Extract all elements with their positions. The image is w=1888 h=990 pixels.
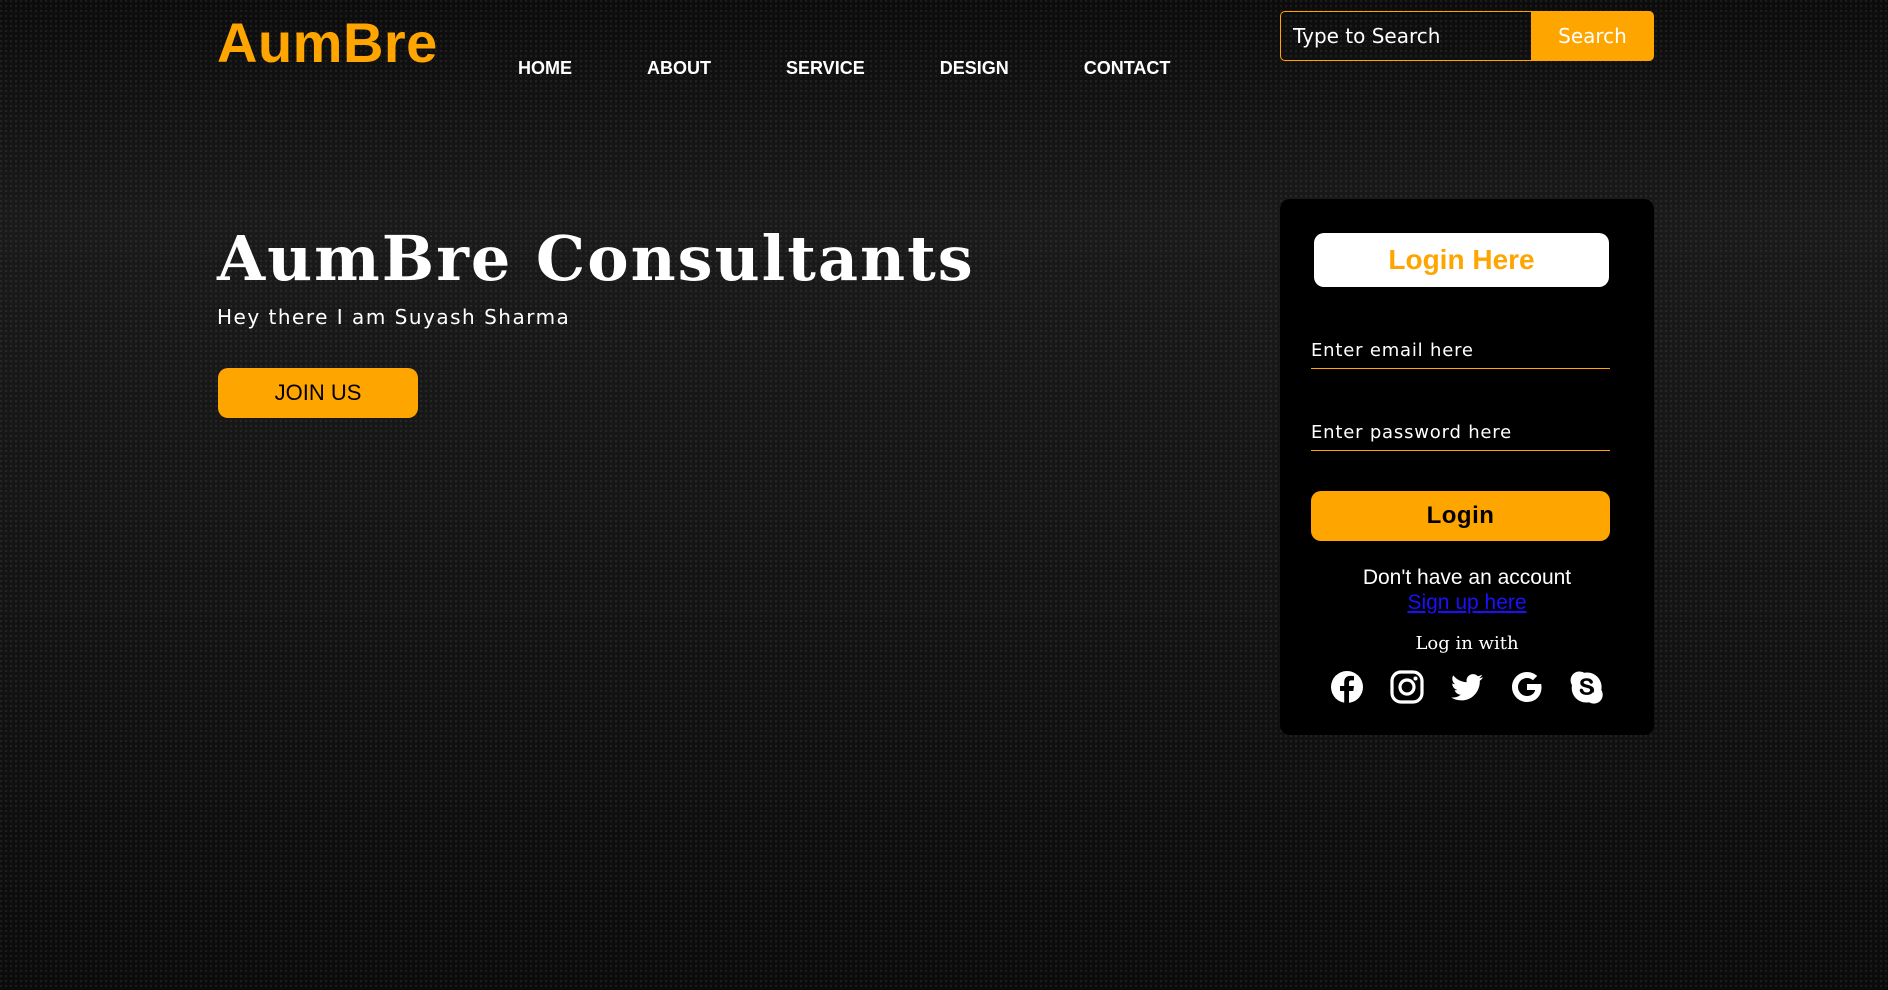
hero-title: AumBre Consultants [217,222,975,295]
hero-subtitle: Hey there I am Suyash Sharma [217,305,571,329]
google-icon[interactable] [1509,669,1545,705]
no-account-text: Don't have an account [1362,566,1572,589]
facebook-icon[interactable] [1329,669,1365,705]
join-us-button[interactable]: JOIN US [218,368,418,418]
instagram-icon[interactable] [1389,669,1425,705]
twitter-icon[interactable] [1449,669,1485,705]
nav-item-about[interactable]: ABOUT [647,58,711,79]
nav-item-service[interactable]: SERVICE [786,58,865,79]
nav-item-home[interactable]: HOME [518,58,572,79]
nav-item-design[interactable]: DESIGN [940,58,1009,79]
main-nav: HOME ABOUT SERVICE DESIGN CONTACT [518,58,1245,79]
login-card: Login Here Login Don't have an account S… [1280,199,1654,735]
site-logo[interactable]: AumBre [217,10,438,75]
search-bar: Search [1280,11,1654,61]
login-button[interactable]: Login [1311,491,1610,541]
nav-item-contact[interactable]: CONTACT [1084,58,1171,79]
skype-icon[interactable] [1569,669,1605,705]
password-field[interactable] [1311,415,1610,451]
social-login-icons [1329,669,1605,705]
search-button[interactable]: Search [1531,11,1654,61]
signup-link-wrapper: Sign up here [1280,591,1654,615]
search-input[interactable] [1280,11,1531,61]
login-with-text: Log in with [1415,633,1519,654]
login-heading: Login Here [1314,233,1609,287]
signup-link[interactable]: Sign up here [1407,591,1526,614]
email-field[interactable] [1311,333,1610,369]
